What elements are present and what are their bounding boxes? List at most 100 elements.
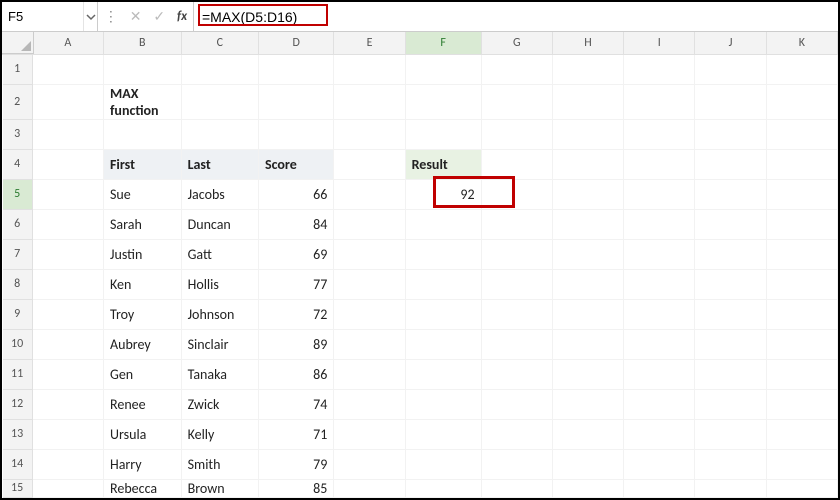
cell-H2[interactable] xyxy=(552,84,623,119)
cell-H14[interactable] xyxy=(552,449,623,479)
cell-J3[interactable] xyxy=(695,119,766,149)
cell-K8[interactable] xyxy=(766,269,837,299)
cell-F6[interactable] xyxy=(405,209,481,239)
cell-E4[interactable] xyxy=(334,149,405,179)
more-icon[interactable]: ⋮ xyxy=(101,8,121,25)
cell-E14[interactable] xyxy=(334,449,405,479)
cell-A2[interactable] xyxy=(32,84,103,119)
cell-G13[interactable] xyxy=(481,419,552,449)
cell-I1[interactable] xyxy=(624,54,695,84)
cell-D15[interactable]: 85 xyxy=(258,479,333,497)
cell-A6[interactable] xyxy=(32,209,103,239)
cell-F8[interactable] xyxy=(405,269,481,299)
cell-G2[interactable] xyxy=(481,84,552,119)
cell-G1[interactable] xyxy=(481,54,552,84)
cell-B3[interactable] xyxy=(104,119,182,149)
row-header-8[interactable]: 8 xyxy=(3,269,33,299)
row-header-13[interactable]: 13 xyxy=(3,419,33,449)
cell-K1[interactable] xyxy=(766,54,837,84)
row-header-12[interactable]: 12 xyxy=(3,389,33,419)
col-header-J[interactable]: J xyxy=(695,32,766,54)
cell-H4[interactable] xyxy=(552,149,623,179)
cell-C1[interactable] xyxy=(181,54,258,84)
cell-E5[interactable] xyxy=(334,179,405,209)
cell-G8[interactable] xyxy=(481,269,552,299)
col-header-H[interactable]: H xyxy=(552,32,623,54)
cell-C5[interactable]: Jacobs xyxy=(181,179,258,209)
cell-I5[interactable] xyxy=(624,179,695,209)
cell-K6[interactable] xyxy=(766,209,837,239)
cell-D5[interactable]: 66 xyxy=(258,179,333,209)
cell-J2[interactable] xyxy=(695,84,766,119)
cell-J4[interactable] xyxy=(695,149,766,179)
cell-H15[interactable] xyxy=(552,479,623,497)
cell-G4[interactable] xyxy=(481,149,552,179)
cell-D8[interactable]: 77 xyxy=(258,269,333,299)
cell-K13[interactable] xyxy=(766,419,837,449)
row-header-3[interactable]: 3 xyxy=(3,119,33,149)
row-header-10[interactable]: 10 xyxy=(3,329,33,359)
cell-E9[interactable] xyxy=(334,299,405,329)
cell-C12[interactable]: Zwick xyxy=(181,389,258,419)
cell-K3[interactable] xyxy=(766,119,837,149)
cell-D2[interactable] xyxy=(258,84,333,119)
cell-C15[interactable]: Brown xyxy=(181,479,258,497)
cell-H12[interactable] xyxy=(552,389,623,419)
cell-E7[interactable] xyxy=(334,239,405,269)
cell-B15[interactable]: Rebecca xyxy=(104,479,182,497)
cell-D11[interactable]: 86 xyxy=(258,359,333,389)
cell-A13[interactable] xyxy=(32,419,103,449)
cell-I9[interactable] xyxy=(624,299,695,329)
select-all-corner[interactable] xyxy=(2,32,34,54)
cell-H11[interactable] xyxy=(552,359,623,389)
cell-E1[interactable] xyxy=(334,54,405,84)
cell-J12[interactable] xyxy=(695,389,766,419)
formula-input[interactable] xyxy=(194,2,838,31)
cell-K9[interactable] xyxy=(766,299,837,329)
cell-I8[interactable] xyxy=(624,269,695,299)
row-header-1[interactable]: 1 xyxy=(3,54,33,84)
cell-E13[interactable] xyxy=(334,419,405,449)
cell-H3[interactable] xyxy=(552,119,623,149)
row-header-11[interactable]: 11 xyxy=(3,359,33,389)
cell-J11[interactable] xyxy=(695,359,766,389)
col-header-K[interactable]: K xyxy=(766,32,837,54)
row-header-15[interactable]: 15 xyxy=(3,479,33,497)
cell-H1[interactable] xyxy=(552,54,623,84)
cell-J6[interactable] xyxy=(695,209,766,239)
col-header-A[interactable]: A xyxy=(32,32,103,54)
cell-C3[interactable] xyxy=(181,119,258,149)
cell-F3[interactable] xyxy=(405,119,481,149)
fx-icon[interactable]: fx xyxy=(174,9,190,24)
cell-I15[interactable] xyxy=(624,479,695,497)
cell-G9[interactable] xyxy=(481,299,552,329)
cell-F7[interactable] xyxy=(405,239,481,269)
cell-C9[interactable]: Johnson xyxy=(181,299,258,329)
cell-K12[interactable] xyxy=(766,389,837,419)
cell-F1[interactable] xyxy=(405,54,481,84)
row-header-9[interactable]: 9 xyxy=(3,299,33,329)
cell-A10[interactable] xyxy=(32,329,103,359)
cell-D6[interactable]: 84 xyxy=(258,209,333,239)
cell-I13[interactable] xyxy=(624,419,695,449)
cell-K15[interactable] xyxy=(766,479,837,497)
enter-icon[interactable]: ✓ xyxy=(150,8,168,25)
cell-H10[interactable] xyxy=(552,329,623,359)
col-header-D[interactable]: D xyxy=(258,32,333,54)
cell-K2[interactable] xyxy=(766,84,837,119)
col-header-G[interactable]: G xyxy=(481,32,552,54)
cell-I4[interactable] xyxy=(624,149,695,179)
cell-D3[interactable] xyxy=(258,119,333,149)
cell-B7[interactable]: Justin xyxy=(104,239,182,269)
cell-E8[interactable] xyxy=(334,269,405,299)
cell-B14[interactable]: Harry xyxy=(104,449,182,479)
col-header-E[interactable]: E xyxy=(334,32,405,54)
cell-D14[interactable]: 79 xyxy=(258,449,333,479)
row-header-2[interactable]: 2 xyxy=(3,84,33,119)
cell-I7[interactable] xyxy=(624,239,695,269)
cell-H6[interactable] xyxy=(552,209,623,239)
cell-C4[interactable]: Last xyxy=(181,149,258,179)
cell-E12[interactable] xyxy=(334,389,405,419)
cell-B13[interactable]: Ursula xyxy=(104,419,182,449)
cell-I14[interactable] xyxy=(624,449,695,479)
